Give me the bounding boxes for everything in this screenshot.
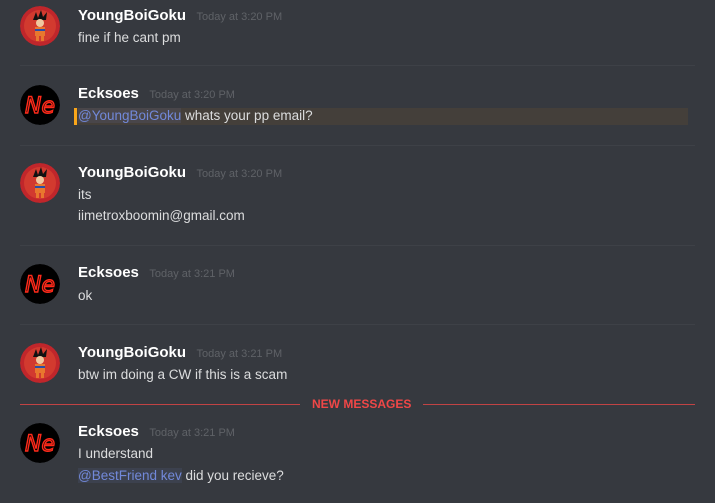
message-divider xyxy=(20,145,695,146)
message-text: its xyxy=(78,187,92,202)
chat-messages: YoungBoiGoku Today at 3:20 PM fine if he… xyxy=(0,0,715,503)
username[interactable]: Ecksoes xyxy=(78,423,139,440)
ne-avatar[interactable]: Ne xyxy=(20,264,60,304)
timestamp: Today at 3:20 PM xyxy=(196,11,283,23)
message-text: btw im doing a CW if this is a scam xyxy=(78,367,288,382)
message-text: fine if he cant pm xyxy=(78,30,181,45)
goku-avatar[interactable] xyxy=(20,343,60,383)
message-text: I understand xyxy=(78,446,154,461)
username[interactable]: YoungBoiGoku xyxy=(78,7,186,24)
message-divider xyxy=(20,324,695,325)
message-text-rest: did you recieve? xyxy=(181,468,284,483)
new-messages-label: NEW MESSAGES xyxy=(300,396,424,412)
timestamp: Today at 3:20 PM xyxy=(196,168,283,180)
goku-avatar[interactable] xyxy=(20,6,60,46)
user-mention[interactable]: @BestFriend kev xyxy=(78,468,182,483)
svg-text:Ne: Ne xyxy=(25,273,55,298)
svg-text:Ne: Ne xyxy=(25,432,55,457)
username[interactable]: Ecksoes xyxy=(78,85,139,102)
message-text: iimetroxboomin@gmail.com xyxy=(78,208,245,223)
timestamp: Today at 3:21 PM xyxy=(149,427,235,439)
message-text: @BestFriend kev did you recieve? xyxy=(78,468,284,483)
goku-avatar[interactable] xyxy=(20,163,60,203)
message-text-rest: whats your pp email? xyxy=(181,108,313,123)
svg-text:Ne: Ne xyxy=(25,94,55,119)
timestamp: Today at 3:21 PM xyxy=(149,268,235,280)
username[interactable]: Ecksoes xyxy=(78,264,139,281)
timestamp: Today at 3:20 PM xyxy=(149,89,235,101)
ne-avatar[interactable]: Ne xyxy=(20,423,60,463)
ne-avatar[interactable]: Ne xyxy=(20,85,60,125)
user-mention[interactable]: @YoungBoiGoku xyxy=(78,108,182,123)
username[interactable]: YoungBoiGoku xyxy=(78,344,186,361)
message-divider xyxy=(20,245,695,246)
message-text: ok xyxy=(78,288,93,303)
message-text: @YoungBoiGoku whats your pp email? xyxy=(78,108,313,123)
message-divider xyxy=(20,65,695,66)
username[interactable]: YoungBoiGoku xyxy=(78,164,186,181)
timestamp: Today at 3:21 PM xyxy=(196,348,283,360)
